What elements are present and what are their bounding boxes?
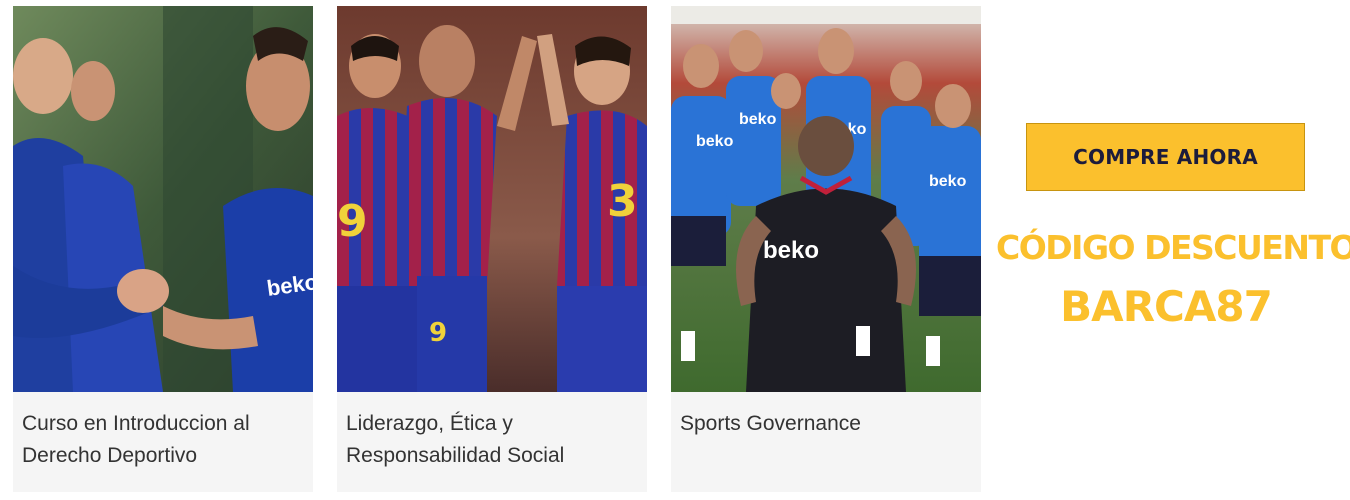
course-title[interactable]: Liderazgo, Ética y Responsabilidad Socia… <box>346 408 637 472</box>
svg-text:beko: beko <box>696 133 734 150</box>
coach-team-huddle-photo[interactable]: beko beko beko beko beko <box>671 6 981 392</box>
course-title[interactable]: Sports Governance <box>680 408 971 440</box>
buy-now-button[interactable]: COMPRE AHORA <box>1026 123 1305 191</box>
discount-code-label: CÓDIGO DESCUENTO: <box>996 228 1350 267</box>
svg-text:beko: beko <box>929 173 967 190</box>
players-high-five-photo[interactable]: 9 3 9 <box>337 6 647 392</box>
course-card-1[interactable]: beko Curso en Introduccion al Derecho De… <box>13 6 313 492</box>
course-card-2[interactable]: 9 3 9 Liderazgo, Ética y Responsabilidad… <box>337 6 647 492</box>
course-title[interactable]: Curso en Introduccion al Derecho Deporti… <box>22 408 303 472</box>
svg-text:9: 9 <box>429 318 447 348</box>
svg-text:3: 3 <box>607 176 638 227</box>
svg-text:beko: beko <box>739 111 777 128</box>
players-handshake-photo[interactable]: beko <box>13 6 313 392</box>
discount-code-value: BARCA87 <box>1060 282 1273 331</box>
svg-text:9: 9 <box>337 196 368 247</box>
course-card-3[interactable]: beko beko beko beko beko <box>671 6 981 492</box>
svg-text:beko: beko <box>763 237 819 264</box>
